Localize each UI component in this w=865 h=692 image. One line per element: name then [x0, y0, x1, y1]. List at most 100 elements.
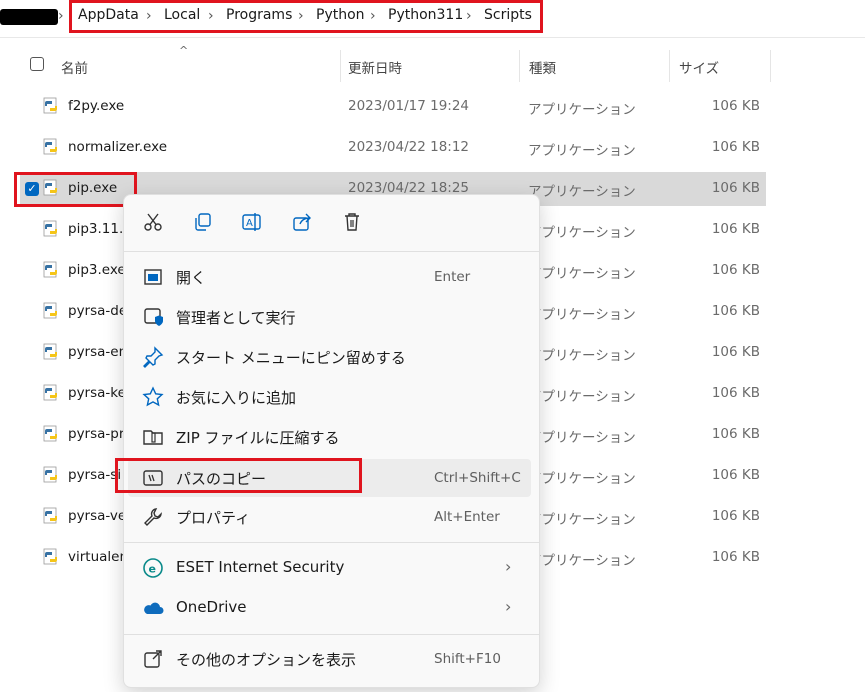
file-size: 106 KB: [711, 344, 760, 360]
column-divider[interactable]: [770, 50, 771, 82]
menu-item-run-as-admin[interactable]: 管理者として実行: [124, 298, 539, 336]
menu-item-pin-to-start[interactable]: スタート メニューにピン留めする: [124, 338, 539, 376]
menu-item-compress-zip[interactable]: ZIP ファイルに圧縮する: [124, 418, 539, 456]
highlight-box-pip-row: [14, 172, 137, 207]
menu-separator: [124, 542, 539, 543]
rename-icon[interactable]: A: [241, 211, 263, 233]
file-type: アプリケーション: [528, 184, 636, 200]
file-size: 106 KB: [711, 303, 760, 319]
python-exe-icon: [42, 343, 60, 361]
menu-item-more-options[interactable]: その他のオプションを表示 Shift+F10: [124, 640, 539, 678]
menu-item-onedrive[interactable]: OneDrive ›: [124, 589, 539, 627]
menu-separator: [124, 251, 539, 252]
file-type: アプリケーション: [528, 512, 636, 528]
python-exe-icon: [42, 507, 60, 525]
file-row[interactable]: normalizer.exe 2023/04/22 18:12 アプリケーション 10…: [20, 127, 766, 167]
admin-shield-icon: [142, 306, 164, 328]
cut-icon[interactable]: [142, 211, 164, 233]
python-exe-icon: [42, 466, 60, 484]
file-size: 106 KB: [711, 221, 760, 237]
file-type: アプリケーション: [528, 348, 636, 364]
column-divider[interactable]: [669, 50, 670, 82]
file-size: 106 KB: [711, 385, 760, 401]
python-exe-icon: [42, 220, 60, 238]
column-divider[interactable]: [519, 50, 520, 82]
delete-icon[interactable]: [341, 211, 363, 233]
open-icon: [142, 266, 164, 288]
menu-item-shortcut: Alt+Enter: [434, 509, 500, 525]
file-name: pip3.exe: [68, 262, 126, 278]
file-name: f2py.exe: [68, 98, 125, 114]
file-type: アプリケーション: [528, 102, 636, 118]
column-header-date[interactable]: 更新日時: [348, 57, 402, 77]
column-divider[interactable]: [340, 50, 341, 82]
column-header-type[interactable]: 種類: [529, 57, 556, 77]
menu-separator: [124, 634, 539, 635]
menu-item-shortcut: Shift+F10: [434, 651, 501, 667]
menu-item-label: その他のオプションを表示: [176, 651, 357, 669]
breadcrumb-separator: ›: [58, 8, 64, 24]
menu-item-eset[interactable]: e ESET Internet Security ›: [124, 549, 539, 587]
file-name: pyrsa-ve: [68, 508, 127, 524]
select-all-checkbox[interactable]: [30, 57, 44, 71]
share-icon[interactable]: [291, 211, 313, 233]
pin-icon: [142, 346, 164, 368]
copy-icon[interactable]: [192, 211, 214, 233]
chevron-right-icon: ›: [505, 557, 512, 576]
python-exe-icon: [42, 384, 60, 402]
python-exe-icon: [42, 97, 60, 115]
redacted-username: [0, 9, 58, 25]
menu-item-label: スタート メニューにピン留めする: [176, 349, 406, 367]
file-name: pyrsa-de: [68, 303, 128, 319]
menu-item-label: ZIP ファイルに圧縮する: [176, 429, 340, 447]
file-size: 106 KB: [711, 262, 760, 278]
python-exe-icon: [42, 138, 60, 156]
file-type: アプリケーション: [528, 471, 636, 487]
file-name: pyrsa-en: [68, 344, 128, 360]
file-date: 2023/01/17 19:24: [348, 98, 470, 114]
file-row[interactable]: f2py.exe 2023/01/17 19:24 アプリケーション 106 KB: [20, 86, 766, 126]
file-name: pip3.11.e: [68, 221, 132, 237]
menu-item-label: OneDrive: [176, 598, 247, 616]
menu-item-shortcut: Ctrl+Shift+C: [434, 470, 521, 486]
menu-item-shortcut: Enter: [434, 269, 471, 285]
menu-item-label: ESET Internet Security: [176, 558, 345, 576]
file-type: アプリケーション: [528, 430, 636, 446]
star-icon: [142, 386, 164, 408]
address-breadcrumb: › AppData › Local › Programs › Python › …: [0, 0, 865, 36]
file-size: 106 KB: [711, 549, 760, 565]
file-type: アプリケーション: [528, 143, 636, 159]
file-type: アプリケーション: [528, 307, 636, 323]
svg-text:e: e: [149, 563, 156, 576]
file-size: 106 KB: [711, 98, 760, 114]
menu-item-label: プロパティ: [176, 509, 251, 527]
file-name: virtualen: [68, 549, 129, 565]
more-options-icon: [142, 648, 164, 670]
python-exe-icon: [42, 302, 60, 320]
file-type: アプリケーション: [528, 266, 636, 282]
file-size: 106 KB: [711, 426, 760, 442]
file-name: normalizer.exe: [68, 139, 167, 155]
file-size: 106 KB: [711, 508, 760, 524]
menu-item-properties[interactable]: プロパティ Alt+Enter: [124, 498, 539, 536]
file-size: 106 KB: [711, 467, 760, 483]
chevron-right-icon: ›: [505, 597, 512, 616]
onedrive-cloud-icon: [142, 597, 164, 619]
file-name: pyrsa-pr: [68, 426, 125, 442]
column-header-size[interactable]: サイズ: [679, 57, 719, 77]
wrench-icon: [142, 506, 164, 528]
column-header-name[interactable]: 名前: [61, 57, 88, 77]
sort-ascending-icon: ^: [179, 44, 189, 57]
file-type: アプリケーション: [528, 389, 636, 405]
highlight-box-copy-path: [115, 458, 362, 493]
python-exe-icon: [42, 261, 60, 279]
file-type: アプリケーション: [528, 225, 636, 241]
menu-item-open[interactable]: 開く Enter: [124, 258, 539, 296]
menu-item-label: 管理者として実行: [176, 309, 296, 327]
menu-item-label: お気に入りに追加: [176, 389, 297, 407]
svg-text:A: A: [246, 218, 253, 229]
python-exe-icon: [42, 548, 60, 566]
file-size: 106 KB: [711, 180, 760, 196]
menu-item-add-favorites[interactable]: お気に入りに追加: [124, 378, 539, 416]
highlight-box-breadcrumb: [69, 0, 543, 33]
